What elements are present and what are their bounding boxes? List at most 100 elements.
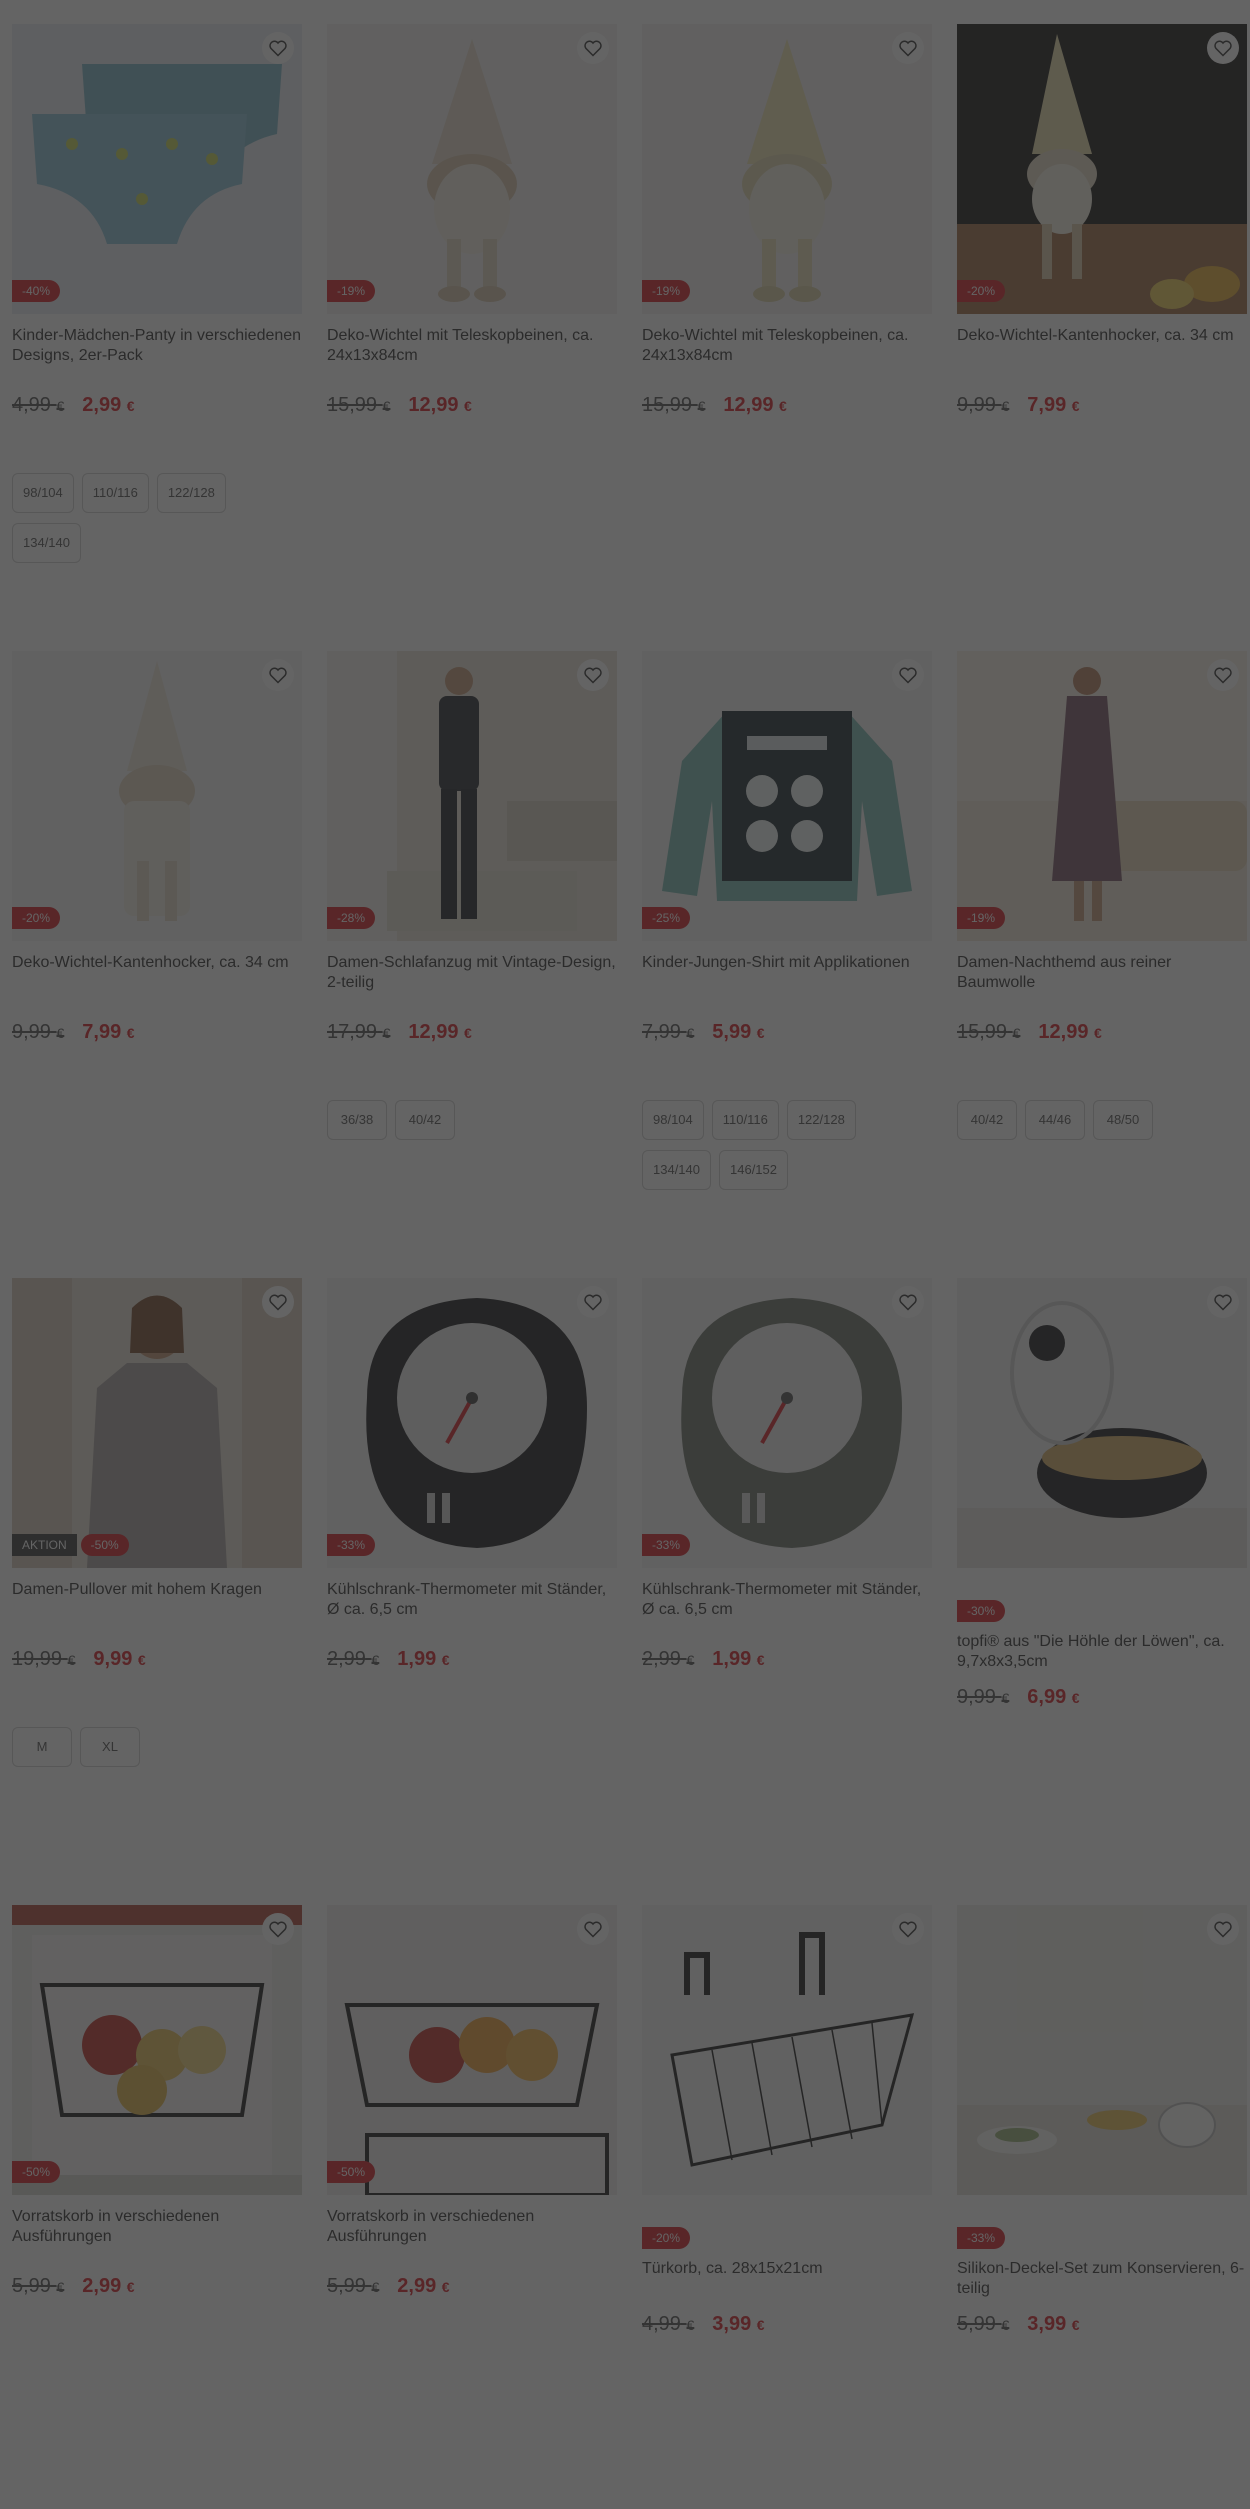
product-image[interactable]: AKTION -50% [12,1278,302,1568]
product-card[interactable]: -50% Vorratskorb in verschiedenen Ausfüh… [327,1905,617,2298]
wishlist-button[interactable] [892,659,924,691]
size-option[interactable]: 146/152 [719,1150,788,1190]
size-option[interactable]: 134/140 [12,523,81,563]
size-option[interactable]: 98/104 [642,1100,704,1140]
product-card[interactable]: -19% Deko-Wichtel mit Teleskopbeinen, ca… [642,24,932,417]
product-title[interactable]: Deko-Wichtel-Kantenhocker, ca. 34 cm [12,953,302,993]
wishlist-button[interactable] [1207,32,1239,64]
wishlist-button[interactable] [262,1286,294,1318]
old-price: 15,99 € [957,1021,1021,1043]
product-card[interactable]: -20% Deko-Wichtel-Kantenhocker, ca. 34 c… [12,651,302,1044]
size-option[interactable]: 40/42 [395,1100,455,1140]
product-card[interactable]: -19% Deko-Wichtel mit Teleskopbeinen, ca… [327,24,617,417]
price-row: 9,99 € 7,99 € [12,1021,302,1044]
product-title[interactable]: Vorratskorb in verschiedenen Ausführunge… [12,2207,302,2247]
product-title[interactable]: Damen-Schlafanzug mit Vintage-Design, 2-… [327,953,617,993]
product-card[interactable]: -50% Vorratskorb in verschiedenen Ausfüh… [12,1905,302,2298]
price-row: 19,99 € 9,99 € [12,1648,302,1671]
product-card[interactable]: -33% Kühlschrank-Thermometer mit Ständer… [327,1278,617,1671]
product-card[interactable]: -30% topfi® aus "Die Höhle der Löwen", c… [957,1278,1247,1709]
product-title[interactable]: Deko-Wichtel-Kantenhocker, ca. 34 cm [957,326,1247,366]
wishlist-button[interactable] [262,32,294,64]
product-card[interactable]: -20% Türkorb, ca. 28x15x21cm 4,99 € 3,99 … [642,1905,932,2336]
product-image[interactable]: -19% [642,24,932,314]
product-image[interactable]: -50% [12,1905,302,2195]
product-image[interactable]: -33% [642,1278,932,1568]
product-image[interactable]: -20% [957,24,1247,314]
size-option[interactable]: 48/50 [1093,1100,1153,1140]
price-row: 4,99 € 3,99 € [642,2313,932,2336]
product-card[interactable]: -40% Kinder-Mädchen-Panty in verschieden… [12,24,302,563]
size-option[interactable]: 110/116 [711,1100,779,1140]
wishlist-button[interactable] [892,1913,924,1945]
wishlist-button[interactable] [262,659,294,691]
product-title[interactable]: Damen-Pullover mit hohem Kragen [12,1580,302,1620]
product-card[interactable]: -20% Deko-Wichtel-Kantenhocker, ca. 34 c… [957,24,1247,417]
wishlist-button[interactable] [892,32,924,64]
wishlist-button[interactable] [577,1286,609,1318]
size-option[interactable]: 122/128 [156,473,226,513]
heart-icon [1214,1921,1232,1938]
discount-badge: -50% [327,2161,376,2183]
old-price: 7,99 € [642,1021,695,1043]
product-card[interactable]: -19% Damen-Nachthemd aus reiner Baumwoll… [957,651,1247,1140]
product-title[interactable]: Kühlschrank-Thermometer mit Ständer, Ø c… [327,1580,617,1620]
product-image[interactable]: -20% [12,651,302,941]
product-title[interactable]: Deko-Wichtel mit Teleskopbeinen, ca. 24x… [642,326,932,366]
wishlist-button[interactable] [892,1286,924,1318]
product-title[interactable]: Kinder-Jungen-Shirt mit Applikationen [642,953,932,993]
heart-icon [1214,667,1232,684]
product-card[interactable]: -33% Kühlschrank-Thermometer mit Ständer… [642,1278,932,1671]
sale-price: 12,99 € [408,1021,472,1043]
size-option[interactable]: 134/140 [642,1150,711,1190]
wishlist-button[interactable] [262,1913,294,1945]
wishlist-button[interactable] [577,32,609,64]
wishlist-button[interactable] [1207,659,1239,691]
wishlist-button[interactable] [577,659,609,691]
size-options: M XL [12,1727,302,1767]
heart-icon [1214,40,1232,57]
size-option[interactable]: XL [80,1727,140,1767]
size-option[interactable]: 40/42 [957,1100,1017,1140]
wishlist-button[interactable] [1207,1913,1239,1945]
product-title[interactable]: Damen-Nachthemd aus reiner Baumwolle [957,953,1247,993]
product-image[interactable]: -50% [327,1905,617,2195]
discount-badge: -33% [642,1534,691,1556]
product-title[interactable]: Türkorb, ca. 28x15x21cm [642,2259,932,2299]
product-title[interactable]: topfi® aus "Die Höhle der Löwen", ca. 9,… [957,1632,1247,1672]
product-image[interactable]: -40% [12,24,302,314]
product-image[interactable] [957,1278,1247,1568]
product-title[interactable]: Kühlschrank-Thermometer mit Ständer, Ø c… [642,1580,932,1620]
product-image[interactable]: -19% [327,24,617,314]
sale-price: 6,99 € [1027,1686,1080,1708]
product-card[interactable]: -25% Kinder-Jungen-Shirt mit Applikation… [642,651,932,1190]
product-card[interactable]: -33% Silikon-Deckel-Set zum Konservieren… [957,1905,1247,2336]
size-option[interactable]: 44/46 [1025,1100,1085,1140]
product-card[interactable]: AKTION -50% Damen-Pullover mit hohem Krag… [12,1278,302,1767]
sale-price: 2,99 € [82,2275,135,2297]
size-option[interactable]: 110/116 [81,473,149,513]
wishlist-button[interactable] [1207,1286,1239,1318]
discount-badge: -20% [642,2227,691,2249]
old-price: 5,99 € [957,2313,1010,2335]
product-image[interactable]: -25% [642,651,932,941]
product-image[interactable] [957,1905,1247,2195]
wishlist-button[interactable] [577,1913,609,1945]
size-option[interactable]: 122/128 [786,1100,856,1140]
size-options: 36/38 40/42 [327,1100,617,1140]
product-title[interactable]: Vorratskorb in verschiedenen Ausführunge… [327,2207,617,2247]
product-title[interactable]: Deko-Wichtel mit Teleskopbeinen, ca. 24x… [327,326,617,366]
size-option[interactable]: 36/38 [327,1100,387,1140]
product-image[interactable]: -33% [327,1278,617,1568]
product-title[interactable]: Silikon-Deckel-Set zum Konservieren, 6-t… [957,2259,1247,2299]
product-image[interactable] [642,1905,932,2195]
product-image[interactable]: -28% [327,651,617,941]
size-option[interactable]: M [12,1727,72,1767]
size-options: 40/42 44/46 48/50 [957,1100,1247,1140]
product-card[interactable]: -28% Damen-Schlafanzug mit Vintage-Desig… [327,651,617,1140]
size-option[interactable]: 98/104 [12,473,74,513]
discount-badge: -19% [327,280,376,302]
product-title[interactable]: Kinder-Mädchen-Panty in verschiedenen De… [12,326,302,366]
discount-badge: -19% [957,907,1006,929]
product-image[interactable]: -19% [957,651,1247,941]
